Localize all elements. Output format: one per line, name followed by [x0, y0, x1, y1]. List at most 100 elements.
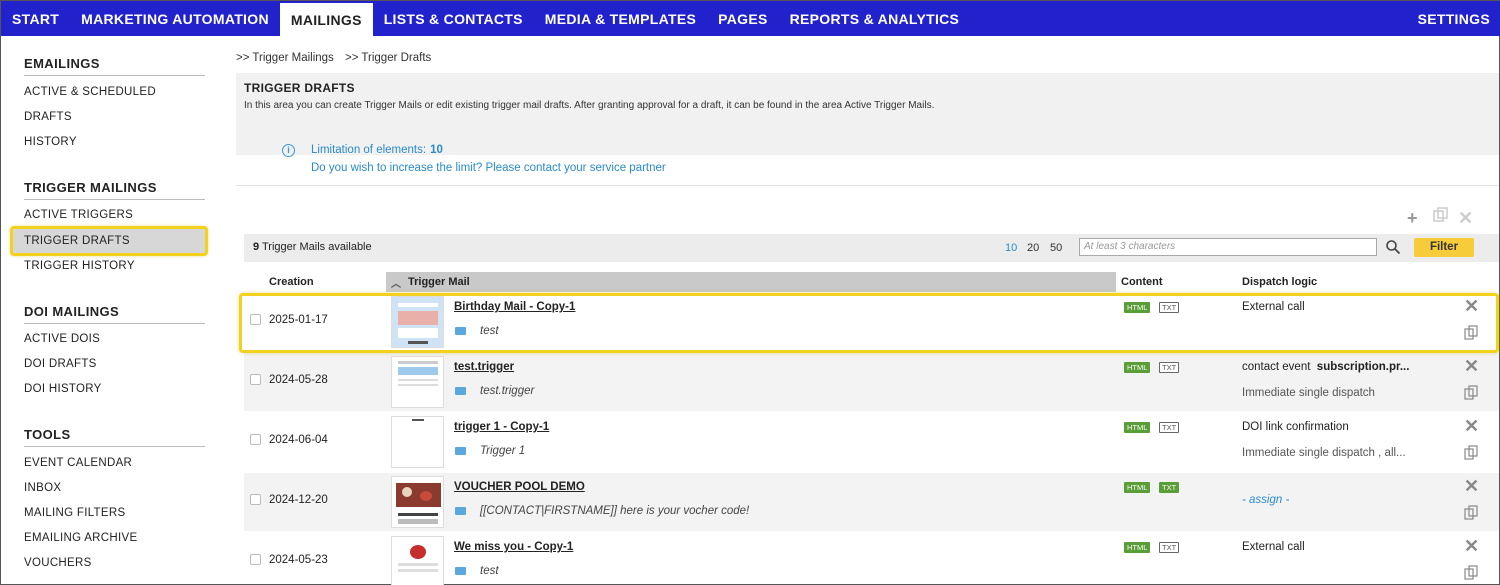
column-trigger-mail[interactable]: ︿ Trigger Mail	[386, 272, 1116, 292]
envelope-icon	[455, 567, 466, 575]
txt-badge: TXT	[1159, 362, 1180, 373]
envelope-icon	[455, 327, 466, 335]
mail-thumbnail[interactable]	[391, 536, 444, 585]
creation-date: 2025-01-17	[269, 314, 328, 326]
mail-thumbnail[interactable]	[391, 296, 444, 348]
html-badge: HTML	[1124, 302, 1151, 313]
table-row[interactable]: 2024-12-20 VOUCHER POOL DEMO [[CONTACT|F…	[244, 473, 1499, 531]
column-creation[interactable]: Creation	[269, 276, 314, 288]
creation-date: 2024-06-04	[269, 434, 328, 446]
mail-name-link[interactable]: test.trigger	[454, 361, 514, 373]
sidebar-item-history[interactable]: HISTORY	[24, 136, 77, 148]
search-icon[interactable]	[1385, 239, 1401, 255]
dispatch-type: contact event	[1242, 361, 1311, 373]
nav-mailings[interactable]: MAILINGS	[279, 3, 373, 36]
dispatch-logic: DOI link confirmation	[1242, 421, 1349, 433]
dispatch-logic: contact event subscription.pr...	[1242, 361, 1409, 373]
txt-badge: TXT	[1159, 422, 1180, 433]
page-size-10[interactable]: 10	[1005, 242, 1017, 254]
mail-thumbnail[interactable]	[391, 356, 444, 408]
nav-pages[interactable]: PAGES	[707, 1, 778, 36]
sidebar-item-doi-history[interactable]: DOI HISTORY	[24, 383, 102, 395]
delete-icon[interactable]: ✕	[1458, 208, 1473, 229]
mail-thumbnail[interactable]	[391, 416, 444, 468]
mail-name-link[interactable]: Birthday Mail - Copy-1	[454, 301, 575, 313]
sidebar-item-inbox[interactable]: INBOX	[24, 482, 61, 494]
limit-label: Limitation of elements: 10	[311, 144, 443, 156]
table-row[interactable]: 2024-05-23 We miss you - Copy-1 test HTM…	[244, 533, 1499, 585]
table-row[interactable]: 2024-05-28 test.trigger test.trigger HTM…	[244, 353, 1499, 411]
page-size-50[interactable]: 50	[1050, 242, 1062, 254]
delete-icon[interactable]: ✕	[1464, 296, 1479, 317]
duplicate-icon[interactable]	[1433, 207, 1449, 223]
sidebar-item-active-scheduled[interactable]: ACTIVE & SCHEDULED	[24, 86, 156, 98]
creation-date: 2024-12-20	[269, 494, 328, 506]
envelope-icon	[455, 387, 466, 395]
mail-subject: test	[480, 565, 499, 577]
mail-name-link[interactable]: We miss you - Copy-1	[454, 541, 573, 553]
table-row[interactable]: 2024-06-04 trigger 1 - Copy-1 Trigger 1 …	[244, 413, 1499, 471]
sidebar-item-emailing-archive[interactable]: EMAILING ARCHIVE	[24, 532, 137, 544]
delete-icon[interactable]: ✕	[1464, 356, 1479, 377]
copy-icon[interactable]	[1464, 505, 1479, 520]
row-checkbox[interactable]	[250, 554, 261, 565]
sidebar-item-event-calendar[interactable]: EVENT CALENDAR	[24, 457, 132, 469]
sidebar-item-doi-drafts[interactable]: DOI DRAFTS	[24, 358, 97, 370]
copy-icon[interactable]	[1464, 385, 1479, 400]
breadcrumb-trigger-drafts[interactable]: >> Trigger Drafts	[345, 52, 431, 64]
add-icon[interactable]: +	[1407, 208, 1418, 229]
nav-marketing-automation[interactable]: MARKETING AUTOMATION	[70, 1, 280, 36]
sidebar-item-vouchers[interactable]: VOUCHERS	[24, 557, 92, 569]
mail-subject: Trigger 1	[480, 445, 526, 457]
dispatch-event: subscription.pr...	[1316, 361, 1410, 373]
column-dispatch-logic: Dispatch logic	[1242, 276, 1318, 288]
search-input[interactable]: At least 3 characters	[1079, 238, 1377, 256]
table-row[interactable]: 2025-01-17 Birthday Mail - Copy-1 test H…	[244, 293, 1499, 351]
sidebar-item-mailing-filters[interactable]: MAILING FILTERS	[24, 507, 125, 519]
breadcrumb-trigger-mailings[interactable]: >> Trigger Mailings	[236, 52, 334, 64]
mail-name-link[interactable]: VOUCHER POOL DEMO	[454, 481, 585, 493]
sort-up-icon: ︿	[391, 279, 401, 290]
list-toolbar: 9 Trigger Mails available 10 20 50 At le…	[244, 234, 1499, 262]
copy-icon[interactable]	[1464, 445, 1479, 460]
page-size-20[interactable]: 20	[1027, 242, 1039, 254]
limit-value: 10	[430, 144, 443, 156]
delete-icon[interactable]: ✕	[1464, 536, 1479, 557]
nav-lists-contacts[interactable]: LISTS & CONTACTS	[373, 1, 534, 36]
nav-media-templates[interactable]: MEDIA & TEMPLATES	[534, 1, 707, 36]
sidebar-item-trigger-drafts[interactable]: TRIGGER DRAFTS	[24, 235, 130, 247]
copy-icon[interactable]	[1464, 565, 1479, 580]
delete-icon[interactable]: ✕	[1464, 416, 1479, 437]
row-checkbox[interactable]	[250, 434, 261, 445]
count-label: Trigger Mails available	[261, 241, 372, 253]
top-navigation: START MARKETING AUTOMATION MAILINGS LIST…	[1, 1, 1500, 36]
sidebar-item-drafts[interactable]: DRAFTS	[24, 111, 72, 123]
sidebar-item-active-triggers[interactable]: ACTIVE TRIGGERS	[24, 209, 133, 221]
assign-dispatch-link[interactable]: - assign -	[1242, 494, 1289, 506]
nav-start[interactable]: START	[1, 1, 70, 36]
mail-name-link[interactable]: trigger 1 - Copy-1	[454, 421, 549, 433]
results-count: 9 Trigger Mails available	[253, 241, 372, 253]
row-checkbox[interactable]	[250, 374, 261, 385]
filter-button[interactable]: Filter	[1414, 238, 1474, 257]
row-checkbox[interactable]	[250, 314, 261, 325]
dispatch-detail: Immediate single dispatch , all...	[1242, 447, 1406, 459]
mail-thumbnail[interactable]	[391, 476, 444, 528]
mail-subject: test	[480, 325, 499, 337]
info-icon: i	[282, 144, 295, 157]
copy-icon[interactable]	[1464, 325, 1479, 340]
sidebar-heading-tools: TOOLS	[24, 427, 71, 442]
row-checkbox[interactable]	[250, 494, 261, 505]
increase-limit-link[interactable]: Do you wish to increase the limit? Pleas…	[311, 162, 666, 174]
delete-icon[interactable]: ✕	[1464, 476, 1479, 497]
limit-notice: i Limitation of elements: 10 Do you wish …	[236, 131, 1499, 186]
html-badge: HTML	[1124, 482, 1151, 493]
sidebar-item-trigger-history[interactable]: TRIGGER HISTORY	[24, 260, 135, 272]
nav-reports-analytics[interactable]: REPORTS & ANALYTICS	[779, 1, 971, 36]
column-trigger-mail-label: Trigger Mail	[408, 276, 470, 288]
table-header: Creation ︿ Trigger Mail Content Dispatch…	[244, 272, 1499, 292]
nav-settings[interactable]: SETTINGS	[1407, 1, 1500, 36]
sidebar-item-active-dois[interactable]: ACTIVE DOIS	[24, 333, 100, 345]
count-value: 9	[253, 241, 260, 253]
divider	[24, 323, 205, 324]
